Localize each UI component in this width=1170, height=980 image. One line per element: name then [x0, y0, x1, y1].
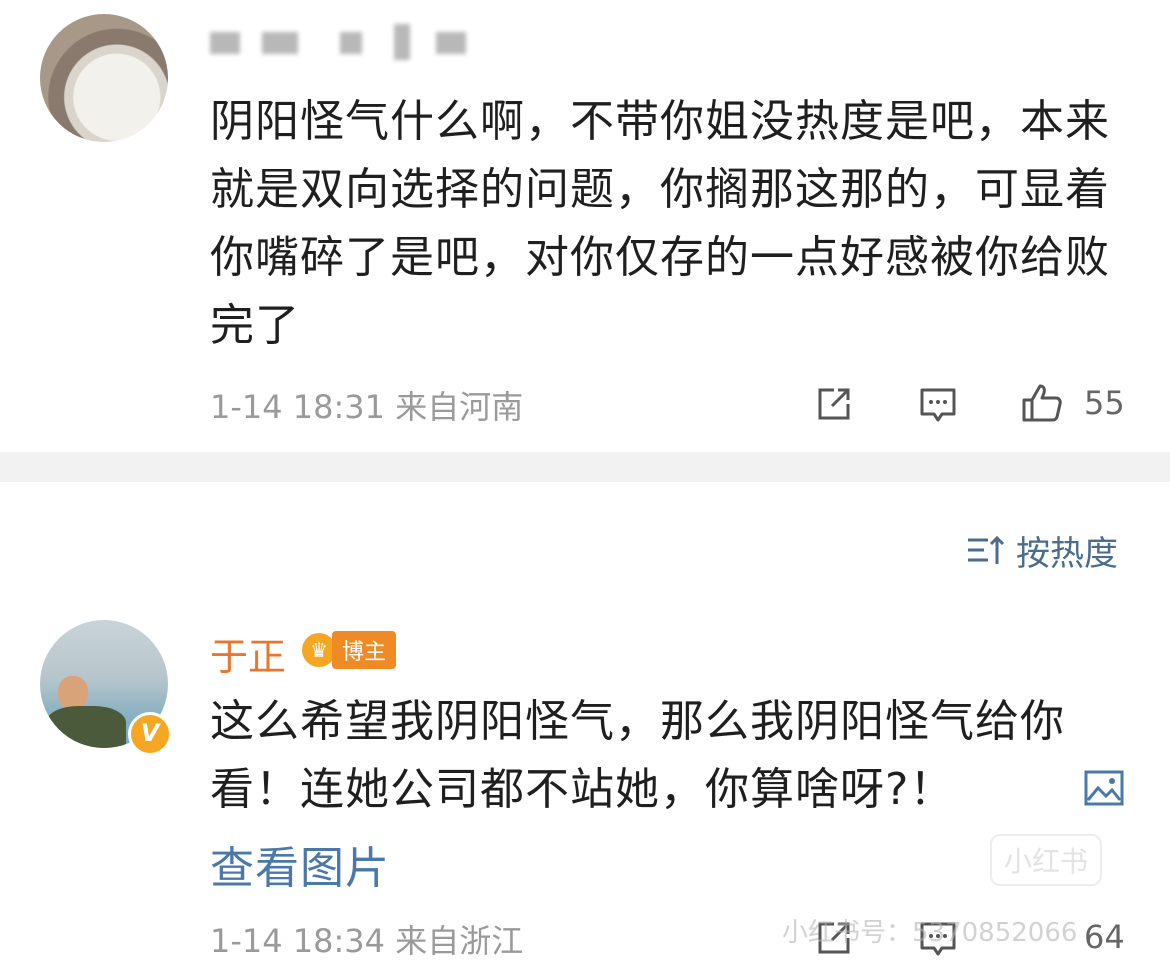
- like-icon[interactable]: [1020, 380, 1064, 424]
- sort-icon: [968, 535, 1005, 564]
- comment-text: 这么希望我阴阳怪气，那么我阴阳怪气给你看！连她公司都不站她，你算啥呀?！: [210, 696, 1065, 815]
- comment-meta: 1-14 18:31 来自河南: [210, 382, 523, 428]
- comment-icon[interactable]: [916, 382, 960, 426]
- verified-badge-icon: V: [128, 712, 172, 756]
- view-image-link[interactable]: 查看图片: [210, 832, 390, 896]
- avatar[interactable]: [40, 14, 168, 142]
- watermark-id: 小红书号：5370852066: [782, 918, 1078, 948]
- author-name[interactable]: 于正: [210, 626, 286, 681]
- section-divider: [0, 452, 1170, 482]
- comment-meta: 1-14 18:34 来自浙江: [210, 916, 523, 962]
- comment-time: 1-14 18:31: [210, 388, 386, 426]
- blurred-username: [200, 22, 480, 60]
- comment-time: 1-14 18:34: [210, 922, 386, 960]
- crown-icon: ♛: [302, 633, 336, 667]
- comment-location: 来自河南: [395, 388, 524, 426]
- image-icon[interactable]: [1084, 770, 1124, 806]
- sort-label: 按热度: [1016, 533, 1118, 574]
- sort-by-hot-button[interactable]: 按热度: [966, 528, 1118, 574]
- blogger-badge: ♛ 博主: [302, 630, 397, 670]
- watermark-logo: 小红书: [990, 834, 1103, 886]
- comment-location: 来自浙江: [395, 922, 524, 960]
- share-icon[interactable]: [812, 382, 856, 426]
- blogger-tag: 博主: [332, 631, 397, 669]
- comment-text: 阴阳怪气什么啊，不带你姐没热度是吧，本来就是双向选择的问题，你搁那这那的，可显着…: [210, 96, 1110, 351]
- like-count: 55: [1084, 384, 1125, 422]
- like-count: 64: [1084, 918, 1125, 956]
